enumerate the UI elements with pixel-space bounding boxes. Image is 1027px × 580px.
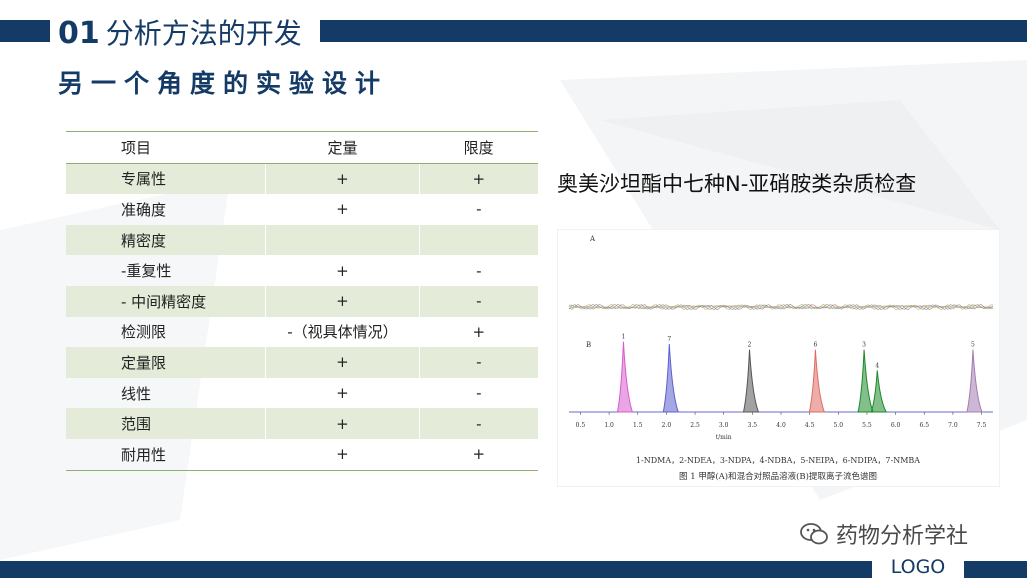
- slide-subtitle: 另一个角度的实验设计: [58, 69, 389, 98]
- table-row: 专属性 + +: [66, 163, 538, 195]
- peak-label: 7: [667, 336, 671, 343]
- peak-label: 2: [748, 342, 752, 349]
- limit-cell: -: [418, 377, 538, 409]
- peak-label: 3: [862, 342, 866, 349]
- x-tick-label: 4.5: [805, 422, 815, 429]
- peak-label: 5: [971, 342, 975, 349]
- x-tick-label: 1.0: [604, 422, 614, 429]
- limit-cell: +: [418, 316, 538, 348]
- quant-cell: +: [265, 194, 420, 225]
- row-item-cell: 精密度: [66, 224, 266, 256]
- quant-cell: -（视具体情况）: [265, 316, 420, 348]
- chromatogram-title: 奥美沙坦酯中七种N-亚硝胺类杂质检查: [557, 172, 917, 196]
- x-tick-label: 1.5: [633, 422, 643, 429]
- header-bar-left: [0, 20, 50, 42]
- column-header: 项目: [66, 131, 266, 164]
- row-item-cell: 检测限: [121, 323, 167, 342]
- logo: LOGO: [872, 555, 964, 578]
- quant-cell: +: [265, 347, 420, 378]
- panel-b-label: B: [586, 341, 591, 349]
- peak-label: 4: [875, 362, 879, 369]
- panel-a-label: A: [589, 235, 596, 243]
- x-tick-label: 6.5: [919, 422, 929, 429]
- limit-cell: -: [418, 347, 538, 378]
- limit-cell: -: [418, 194, 538, 225]
- peak-label: 6: [813, 342, 817, 349]
- header-bar-right: [320, 20, 1027, 42]
- peak-label: 1: [622, 334, 626, 341]
- x-tick-label: 5.0: [834, 422, 844, 429]
- limit-cell: [418, 224, 538, 256]
- x-tick-label: 2.0: [662, 422, 672, 429]
- table-row: 精密度: [66, 224, 538, 256]
- row-item-cell: 耐用性: [66, 438, 266, 471]
- watermark: 药物分析学社: [800, 518, 968, 550]
- limit-cell: -: [418, 255, 538, 286]
- table-row: -重复性 + -: [66, 255, 538, 286]
- column-header: 定量: [265, 131, 420, 164]
- section-header: 01 分析方法的开发: [58, 12, 302, 51]
- row-item-cell: - 中间精密度: [66, 285, 266, 317]
- x-tick-label: 6.0: [891, 422, 901, 429]
- chromatogram-plot: A B 1 7 2 6 3 4 5 0.5 1.0 1.5 2.0 2.5 3.0 3.5 4.0 4.5 5.0 5…: [556, 228, 1001, 488]
- row-item-cell: 定量限: [66, 347, 266, 378]
- watermark-text: 药物分析学社: [836, 524, 969, 549]
- table-row: - 中间精密度 + -: [66, 285, 538, 317]
- chromatogram-figure: A B 1 7 2 6 3 4 5 0.5 1.0 1.5 2.0 2.5 3.0 3.5 4.0 4.5 5.0 5…: [556, 228, 1001, 488]
- quant-cell: +: [265, 438, 420, 471]
- row-item-cell: 准确度: [121, 200, 167, 219]
- table-row: 耐用性 + +: [66, 438, 538, 471]
- x-tick-label: 5.5: [862, 422, 872, 429]
- peak-legend: 1-NDMA，2-NDEA，3-NDPA，4-NDBA，5-NEIPA，6-ND…: [636, 456, 920, 465]
- table-row: 定量限 + -: [66, 347, 538, 378]
- quant-cell: [265, 224, 420, 256]
- x-tick-label: 7.0: [948, 422, 958, 429]
- row-item-cell: 专属性: [66, 163, 266, 195]
- row-item-cell: 范围: [66, 408, 266, 439]
- quant-cell: +: [265, 377, 420, 409]
- table-row: 准确度 + -: [66, 194, 538, 225]
- table-header-row: 项目 定量 限度: [66, 131, 538, 164]
- limit-cell: +: [418, 163, 538, 195]
- limit-cell: -: [418, 285, 538, 317]
- limit-cell: -: [418, 408, 538, 439]
- quant-cell: +: [265, 285, 420, 317]
- figure-caption: 图 1 甲醇(A)和混合对照品溶液(B)提取离子流色谱图: [679, 471, 877, 482]
- row-item-cell: 线性: [121, 384, 152, 403]
- x-tick-label: 3.5: [748, 422, 758, 429]
- table-row: 线性 + -: [66, 377, 538, 409]
- section-title: 分析方法的开发: [105, 17, 302, 50]
- x-axis-unit: t/min: [716, 434, 732, 441]
- x-tick-label: 3.0: [719, 422, 729, 429]
- row-item-cell: -重复性: [121, 262, 172, 281]
- limit-cell: +: [418, 438, 538, 471]
- x-tick-label: 0.5: [576, 422, 586, 429]
- x-tick-label: 4.0: [776, 422, 786, 429]
- wechat-icon: [800, 523, 828, 545]
- section-number: 01: [58, 16, 100, 51]
- column-header: 限度: [419, 131, 538, 164]
- x-tick-label: 2.5: [690, 422, 700, 429]
- table-row: 范围 + -: [66, 408, 538, 439]
- validation-table: 项目 定量 限度 专属性 + + 准确度 + - 精密度 -重复性 + - - 中间精密度 + - 检测…: [66, 131, 538, 471]
- x-tick-label: 7.5: [977, 422, 987, 429]
- quant-cell: +: [265, 255, 420, 286]
- quant-cell: +: [265, 408, 420, 439]
- table-row: 检测限 -（视具体情况） +: [66, 316, 538, 348]
- quant-cell: +: [265, 163, 420, 195]
